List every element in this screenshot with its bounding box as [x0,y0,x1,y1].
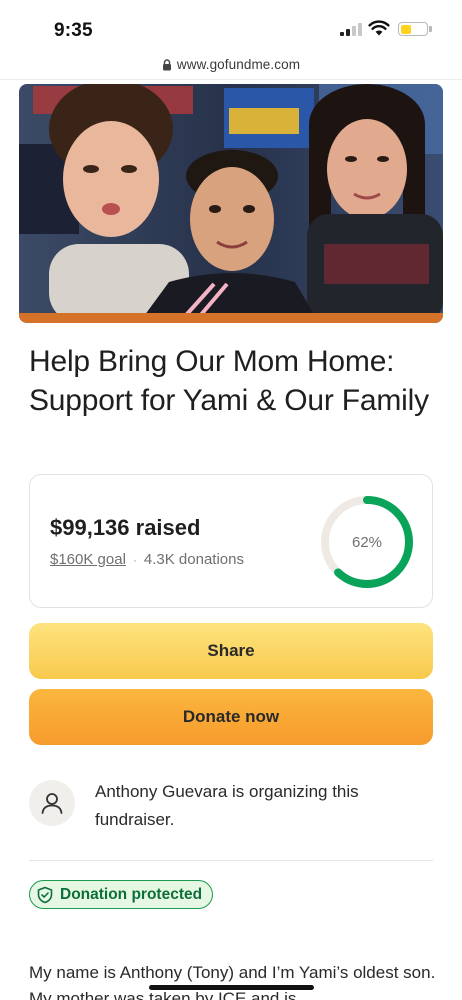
url-text: www.gofundme.com [176,57,301,72]
donation-count[interactable]: 4.3K donations [144,551,244,568]
fundraiser-photo-art [19,84,443,323]
donate-button[interactable]: Donate now [29,689,433,745]
story-text: My name is Anthony (Tony) and I’m Yami’s… [29,963,436,1000]
share-button[interactable]: Share [29,623,433,679]
goal-meta: $160K goal · 4.3K donations [50,551,244,568]
fundraiser-photo[interactable] [19,84,443,323]
progress-percent: 62% [351,533,383,551]
badge-label: Donation protected [60,885,203,903]
url-bar[interactable]: www.gofundme.com [0,50,462,80]
goal-link[interactable]: $160K goal [50,551,126,568]
battery-icon [398,22,428,36]
meta-separator: · [132,552,137,567]
wifi-icon [368,20,390,36]
status-time: 9:35 [54,20,93,41]
organizer-text: Anthony Guevara is organizing this fundr… [95,782,359,829]
status-bar: 9:35 [0,0,462,50]
shield-check-icon [37,886,53,903]
section-divider [29,860,433,861]
cellular-signal-icon [340,22,362,36]
donation-protected-badge[interactable]: Donation protected [29,880,214,909]
lock-icon [162,58,171,70]
amount-raised: $99,136 raised [50,515,201,540]
fundraiser-title: Help Bring Our Mom Home: Support for Yam… [29,345,429,417]
organizer-avatar[interactable] [29,780,75,826]
user-icon [41,793,63,814]
progress-card: $99,136 raised $160K goal · 4.3K donatio… [29,474,433,608]
organizer-row: Anthony Guevara is organizing this fundr… [29,774,433,834]
battery-tip [429,26,432,32]
home-indicator[interactable] [149,985,314,990]
